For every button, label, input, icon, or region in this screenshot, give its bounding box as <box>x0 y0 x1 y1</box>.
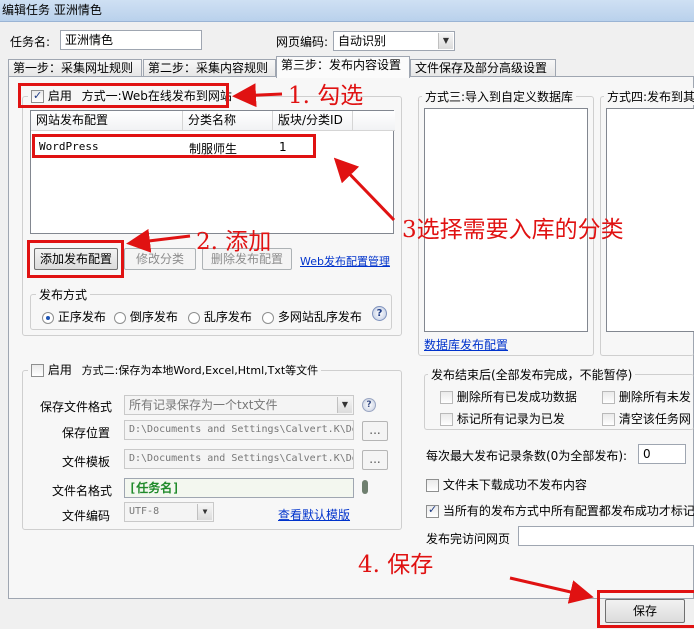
arrow-step3 <box>333 157 396 222</box>
arrow-step1 <box>232 83 283 108</box>
annotation-arrows <box>126 83 594 604</box>
tab-step3[interactable]: 第三步：发布内容设置 <box>276 56 410 78</box>
arrow-step2 <box>126 228 191 253</box>
arrow-step4 <box>509 576 594 604</box>
